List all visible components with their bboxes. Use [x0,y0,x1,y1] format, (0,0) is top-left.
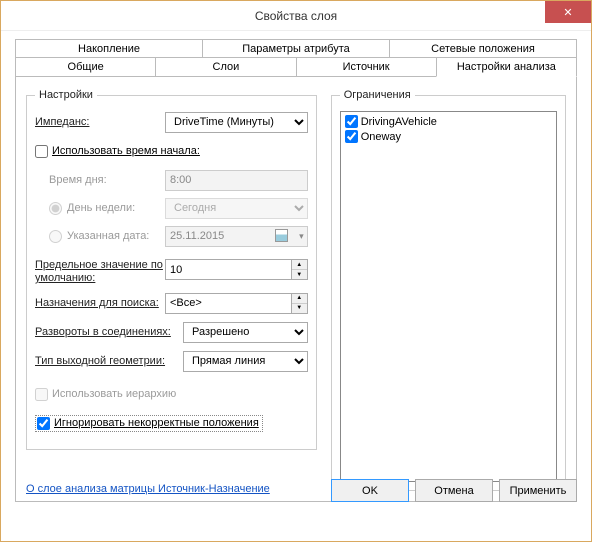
restrictions-list[interactable]: DrivingAVehicle Oneway [340,111,557,482]
restrictions-legend: Ограничения [340,89,415,101]
spin-down-icon[interactable]: ▼ [292,270,307,279]
time-of-day-input [165,170,308,191]
restriction-checkbox[interactable] [345,115,358,128]
close-button[interactable]: ✕ [545,1,591,23]
ignore-invalid-label: Игнорировать некорректные положения [54,417,259,429]
destinations-input[interactable] [165,293,292,314]
chevron-down-icon: ▾ [299,231,304,242]
restriction-label: Oneway [361,131,401,143]
settings-group: Настройки Импеданс: DriveTime (Минуты) [26,89,317,450]
use-start-time-input[interactable] [35,145,48,158]
ok-button[interactable]: OK [331,479,409,502]
day-of-week-radio [49,202,62,215]
tab-analysis-settings[interactable]: Настройки анализа [436,57,577,77]
output-geom-label: Тип выходной геометрии: [35,355,183,367]
time-of-day-label: Время дня: [49,174,165,186]
day-of-week-select: Сегодня [165,198,308,219]
default-cutoff-input[interactable] [165,259,292,280]
tab-network-locations[interactable]: Сетевые положения [389,39,577,58]
spin-up-icon[interactable]: ▲ [292,294,307,304]
specific-date-label: Указанная дата: [67,230,149,242]
impedance-select[interactable]: DriveTime (Минуты) [165,112,308,133]
calendar-icon [275,229,288,242]
use-hierarchy-label: Использовать иерархию [52,388,176,400]
use-hierarchy-input [35,388,48,401]
ignore-invalid-checkbox[interactable]: Игнорировать некорректные положения [35,415,263,432]
cancel-button[interactable]: Отмена [415,479,493,502]
tab-general[interactable]: Общие [15,57,156,77]
default-cutoff-label: Предельное значение по умолчанию: [35,259,165,285]
destinations-label: Назначения для поиска: [35,297,165,309]
restriction-item[interactable]: DrivingAVehicle [343,114,554,129]
spin-up-icon[interactable]: ▲ [292,260,307,270]
close-icon: ✕ [563,6,572,19]
apply-button[interactable]: Применить [499,479,577,502]
output-geom-select[interactable]: Прямая линия [183,351,308,372]
tab-accumulation[interactable]: Накопление [15,39,203,58]
day-of-week-label: День недели: [67,202,135,214]
spin-down-icon[interactable]: ▼ [292,304,307,313]
titlebar: Свойства слоя ✕ [1,1,591,31]
use-start-time-label: Использовать время начала: [52,145,200,157]
about-layer-link[interactable]: О слое анализа матрицы Источник-Назначен… [26,483,270,495]
ignore-invalid-input[interactable] [37,417,50,430]
default-cutoff-spinner[interactable]: ▲ ▼ [292,259,308,280]
impedance-label: Импеданс: [35,116,165,128]
tab-attr-params[interactable]: Параметры атрибута [202,39,390,58]
destinations-spinner[interactable]: ▲ ▼ [292,293,308,314]
tab-layers[interactable]: Слои [155,57,296,77]
use-hierarchy-checkbox: Использовать иерархию [35,388,176,401]
restriction-label: DrivingAVehicle [361,116,437,128]
specific-date-radio [49,230,62,243]
restrictions-group: Ограничения DrivingAVehicle Oneway [331,89,566,491]
restriction-item[interactable]: Oneway [343,129,554,144]
window-title: Свойства слоя [255,9,337,23]
tab-source[interactable]: Источник [296,57,437,77]
restriction-checkbox[interactable] [345,130,358,143]
use-start-time-checkbox[interactable]: Использовать время начала: [35,145,200,158]
settings-legend: Настройки [35,89,97,101]
uturns-select[interactable]: Разрешено [183,322,308,343]
uturns-label: Развороты в соединениях: [35,326,183,338]
